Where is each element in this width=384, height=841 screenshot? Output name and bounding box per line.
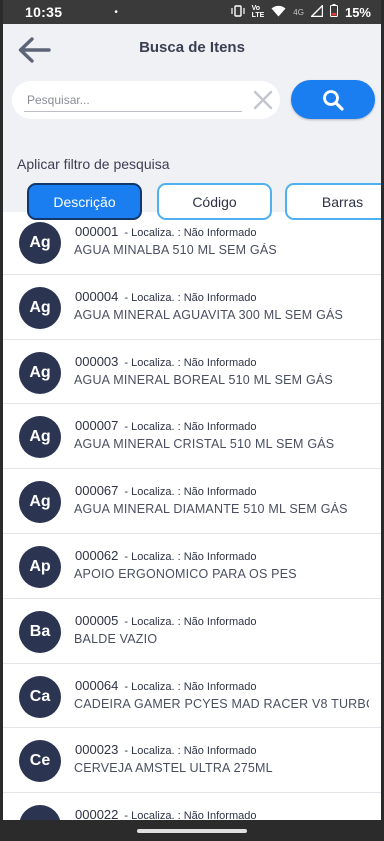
- item-location: - Localiza. : Não Informado: [124, 486, 257, 499]
- list-item[interactable]: Ap 000062 - Localiza. : Não Informado APO…: [3, 534, 381, 599]
- item-description: AGUA MINERAL AGUAVITA 300 ML SEM GÁS: [74, 307, 344, 322]
- list-item[interactable]: Ba 000005 - Localiza. : Não Informado BAL…: [3, 599, 381, 664]
- search-input[interactable]: Pesquisar...: [12, 81, 280, 119]
- page-title: Busca de Itens: [139, 39, 245, 56]
- list-item[interactable]: Ce 000023 - Localiza. : Não Informado CER…: [3, 728, 381, 794]
- avatar: Ag: [19, 222, 61, 264]
- status-bar: 10:35 • Vo LTE 4G 15%: [3, 0, 381, 24]
- list-item[interactable]: Ag 000007 - Localiza. : Não Informado AGU…: [3, 404, 381, 470]
- status-time: 10:35: [25, 4, 63, 20]
- search-bar: Pesquisar...: [12, 80, 375, 119]
- wifi-icon: [271, 5, 286, 20]
- item-location: - Localiza. : Não Informado: [124, 227, 257, 239]
- filter-label: Aplicar filtro de pesquisa: [17, 156, 170, 172]
- signal-icon: [309, 3, 324, 20]
- close-icon: [253, 90, 273, 110]
- list-item[interactable]: Ca 000064 - Localiza. : Não Informado CAD…: [3, 664, 381, 729]
- item-description: BALDE VAZIO: [74, 631, 158, 646]
- item-header: 000005 - Localiza. : Não Informado: [75, 612, 256, 630]
- avatar: Ag: [19, 286, 61, 329]
- item-code: 000067: [75, 483, 119, 499]
- item-description: AGUA MINERAL CRISTAL 510 ML SEM GÁS: [74, 437, 335, 452]
- item-header: 000062 - Localiza. : Não Informado: [75, 547, 256, 565]
- app-screen: 10:35 • Vo LTE 4G 15% Busca de Itens Pes…: [3, 0, 381, 841]
- item-location: - Localiza. : Não Informado: [124, 615, 257, 628]
- item-code: 000001: [75, 224, 119, 239]
- search-placeholder: Pesquisar...: [27, 93, 90, 107]
- item-description: APOIO ERGONOMICO PARA OS PES: [74, 566, 297, 581]
- search-button[interactable]: [291, 80, 375, 119]
- notification-dot: •: [114, 6, 118, 18]
- avatar: Ag: [19, 351, 61, 394]
- item-code: 000004: [75, 288, 119, 304]
- item-header: 000004 - Localiza. : Não Informado: [75, 288, 256, 306]
- list-item[interactable]: Ag 000003 - Localiza. : Não Informado AGU…: [3, 340, 381, 405]
- status-icons: Vo LTE 4G 15%: [230, 3, 371, 20]
- navigation-bar: [3, 820, 381, 841]
- item-code: 000064: [75, 677, 119, 693]
- avatar: Ap: [19, 545, 61, 588]
- item-description: AGUA MINALBA 510 ML SEM GÁS: [74, 243, 277, 257]
- list-item[interactable]: Ag 000067 - Localiza. : Não Informado AGU…: [3, 469, 381, 534]
- search-icon: [323, 89, 344, 111]
- input-underline: [24, 111, 242, 112]
- item-location: - Localiza. : Não Informado: [124, 421, 257, 434]
- vibrate-icon: [230, 4, 245, 20]
- battery-level: 15%: [344, 4, 371, 20]
- network-type: 4G: [293, 7, 304, 17]
- item-description: AGUA MINERAL DIAMANTE 510 ML SEM GÁS: [74, 502, 348, 517]
- item-code: 000005: [75, 612, 119, 628]
- avatar: Ba: [19, 610, 61, 653]
- item-location: - Localiza. : Não Informado: [124, 291, 257, 304]
- item-header: 000064 - Localiza. : Não Informado: [75, 677, 256, 695]
- item-location: - Localiza. : Não Informado: [124, 680, 257, 693]
- item-header: 000003 - Localiza. : Não Informado: [75, 353, 256, 371]
- volte-icon: Vo LTE: [251, 5, 265, 19]
- item-header: 000023 - Localiza. : Não Informado: [75, 741, 256, 759]
- item-code: 000062: [75, 547, 119, 563]
- item-description: AGUA MINERAL BOREAL 510 ML SEM GÁS: [74, 372, 333, 387]
- item-header: 000007 - Localiza. : Não Informado: [75, 417, 256, 435]
- item-location: - Localiza. : Não Informado: [124, 550, 257, 563]
- item-code: 000007: [75, 418, 119, 434]
- item-description: CERVEJA AMSTEL ULTRA 275ML: [74, 761, 273, 776]
- battery-icon: [329, 4, 338, 20]
- item-header: 000001 - Localiza. : Não Informado: [75, 223, 256, 241]
- item-location: - Localiza. : Não Informado: [124, 356, 257, 369]
- home-gesture-bar[interactable]: [137, 828, 247, 833]
- avatar: Ce: [19, 740, 61, 783]
- search-header: Busca de Itens Pesquisar... Aplicar filt…: [3, 24, 381, 220]
- item-location: - Localiza. : Não Informado: [124, 745, 257, 758]
- list-item[interactable]: Ag 000001 - Localiza. : Não Informado AGU…: [3, 210, 381, 275]
- item-code: 000023: [75, 742, 119, 758]
- items-list: Ag 000001 - Localiza. : Não Informado AGU…: [3, 210, 381, 841]
- item-description: CADEIRA GAMER PCYES MAD RACER V8 TURBO: [74, 696, 369, 711]
- clear-button[interactable]: [252, 89, 274, 111]
- avatar: Ag: [19, 416, 61, 459]
- item-header: 000067 - Localiza. : Não Informado: [75, 482, 256, 500]
- item-code: 000003: [75, 353, 119, 369]
- avatar: Ag: [19, 481, 61, 524]
- list-item[interactable]: Ag 000004 - Localiza. : Não Informado AGU…: [3, 275, 381, 340]
- avatar: Ca: [19, 675, 61, 718]
